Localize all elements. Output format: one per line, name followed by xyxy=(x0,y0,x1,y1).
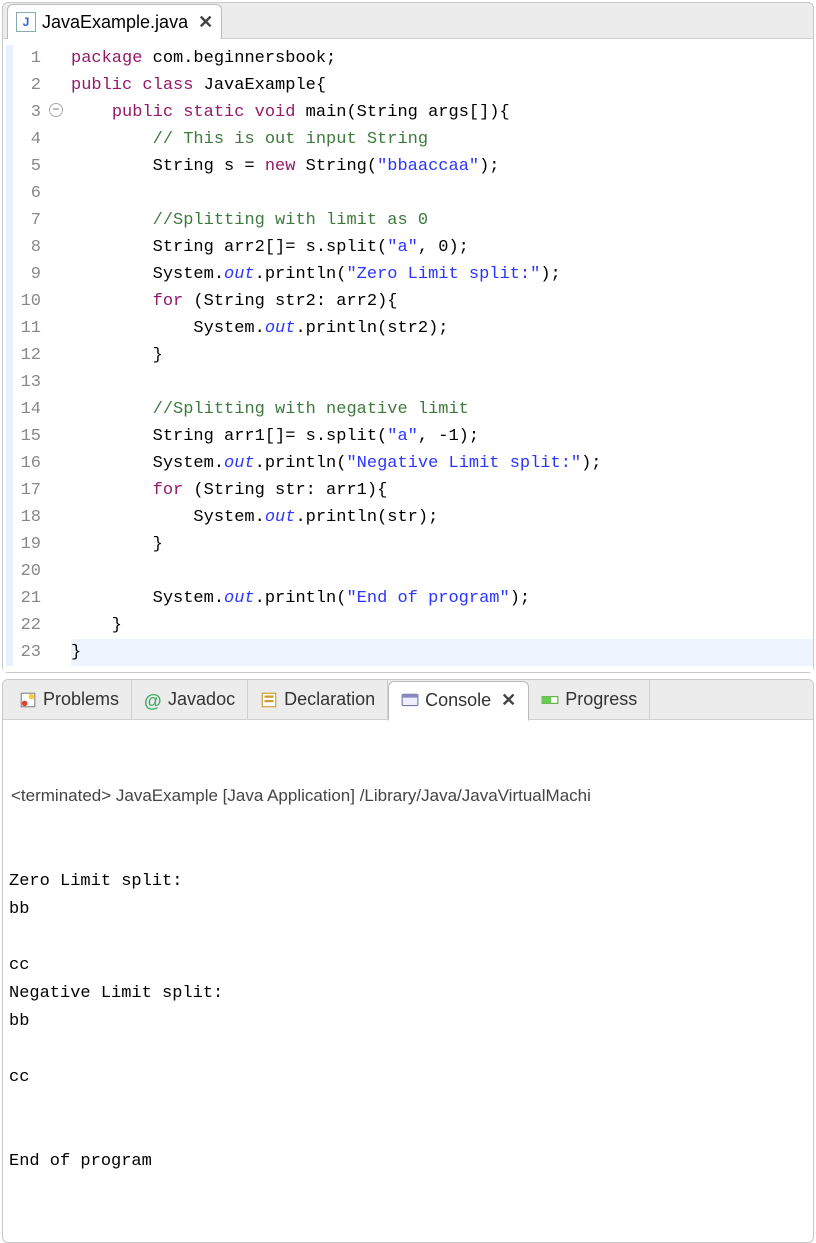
java-file-icon: J xyxy=(16,12,36,32)
fold-toggle-icon[interactable]: − xyxy=(49,103,63,117)
code-line[interactable] xyxy=(71,558,813,585)
close-icon[interactable]: ✕ xyxy=(194,12,213,33)
close-icon[interactable]: ✕ xyxy=(497,690,516,711)
console-output: Zero Limit split: bb cc Negative Limit s… xyxy=(9,868,807,1176)
code-line[interactable]: } xyxy=(71,639,813,666)
tab-label: Problems xyxy=(43,689,119,710)
code-line[interactable]: System.out.println(str); xyxy=(71,504,813,531)
tab-javadoc[interactable]: @ Javadoc xyxy=(132,680,248,720)
tab-console[interactable]: Console ✕ xyxy=(388,681,529,721)
code-line[interactable]: System.out.println("End of program"); xyxy=(71,585,813,612)
code-line[interactable]: for (String str2: arr2){ xyxy=(71,288,813,315)
code-line[interactable]: String arr2[]= s.split("a", 0); xyxy=(71,234,813,261)
code-line[interactable]: for (String str: arr1){ xyxy=(71,477,813,504)
code-line[interactable]: //Splitting with limit as 0 xyxy=(71,207,813,234)
editor-tab[interactable]: J JavaExample.java ✕ xyxy=(7,4,222,40)
tab-label: Declaration xyxy=(284,689,375,710)
console-view[interactable]: <terminated> JavaExample [Java Applicati… xyxy=(3,720,813,1242)
tab-label: Console xyxy=(425,690,491,711)
code-line[interactable]: System.out.println("Zero Limit split:"); xyxy=(71,261,813,288)
declaration-icon xyxy=(260,691,278,709)
code-body[interactable]: package com.beginnersbook;public class J… xyxy=(67,39,813,672)
code-line[interactable]: } xyxy=(71,612,813,639)
console-icon xyxy=(401,692,419,710)
tab-label: Javadoc xyxy=(168,689,235,710)
code-line[interactable]: } xyxy=(71,342,813,369)
code-area[interactable]: 1234567891011121314151617181920212223 − … xyxy=(3,39,813,672)
tab-progress[interactable]: Progress xyxy=(529,680,650,720)
tab-declaration[interactable]: Declaration xyxy=(248,680,388,720)
code-line[interactable]: public class JavaExample{ xyxy=(71,72,813,99)
bottom-panel: Problems @ Javadoc Declaration Console ✕ Progr… xyxy=(2,679,814,1243)
code-line[interactable]: package com.beginnersbook; xyxy=(71,45,813,72)
tab-label: Progress xyxy=(565,689,637,710)
bottom-tab-bar: Problems @ Javadoc Declaration Console ✕ Progr… xyxy=(3,680,813,720)
tab-problems[interactable]: Problems xyxy=(7,680,132,720)
code-line[interactable]: System.out.println("Negative Limit split… xyxy=(71,450,813,477)
code-line[interactable]: // This is out input String xyxy=(71,126,813,153)
problems-icon xyxy=(19,691,37,709)
code-line[interactable]: System.out.println(str2); xyxy=(71,315,813,342)
editor-tab-bar: J JavaExample.java ✕ xyxy=(3,3,813,39)
fold-gutter: − xyxy=(51,39,67,672)
progress-icon xyxy=(541,691,559,709)
javadoc-icon: @ xyxy=(144,691,162,709)
code-line[interactable] xyxy=(71,180,813,207)
editor-tab-filename: JavaExample.java xyxy=(42,12,188,33)
code-line[interactable] xyxy=(71,369,813,396)
code-line[interactable]: //Splitting with negative limit xyxy=(71,396,813,423)
console-process-title: <terminated> JavaExample [Java Applicati… xyxy=(9,780,807,812)
change-stripe xyxy=(6,45,13,666)
code-line[interactable]: String arr1[]= s.split("a", -1); xyxy=(71,423,813,450)
code-line[interactable]: String s = new String("bbaaccaa"); xyxy=(71,153,813,180)
code-line[interactable]: } xyxy=(71,531,813,558)
editor-panel: J JavaExample.java ✕ 1234567891011121314… xyxy=(2,2,814,673)
code-line[interactable]: public static void main(String args[]){ xyxy=(71,99,813,126)
